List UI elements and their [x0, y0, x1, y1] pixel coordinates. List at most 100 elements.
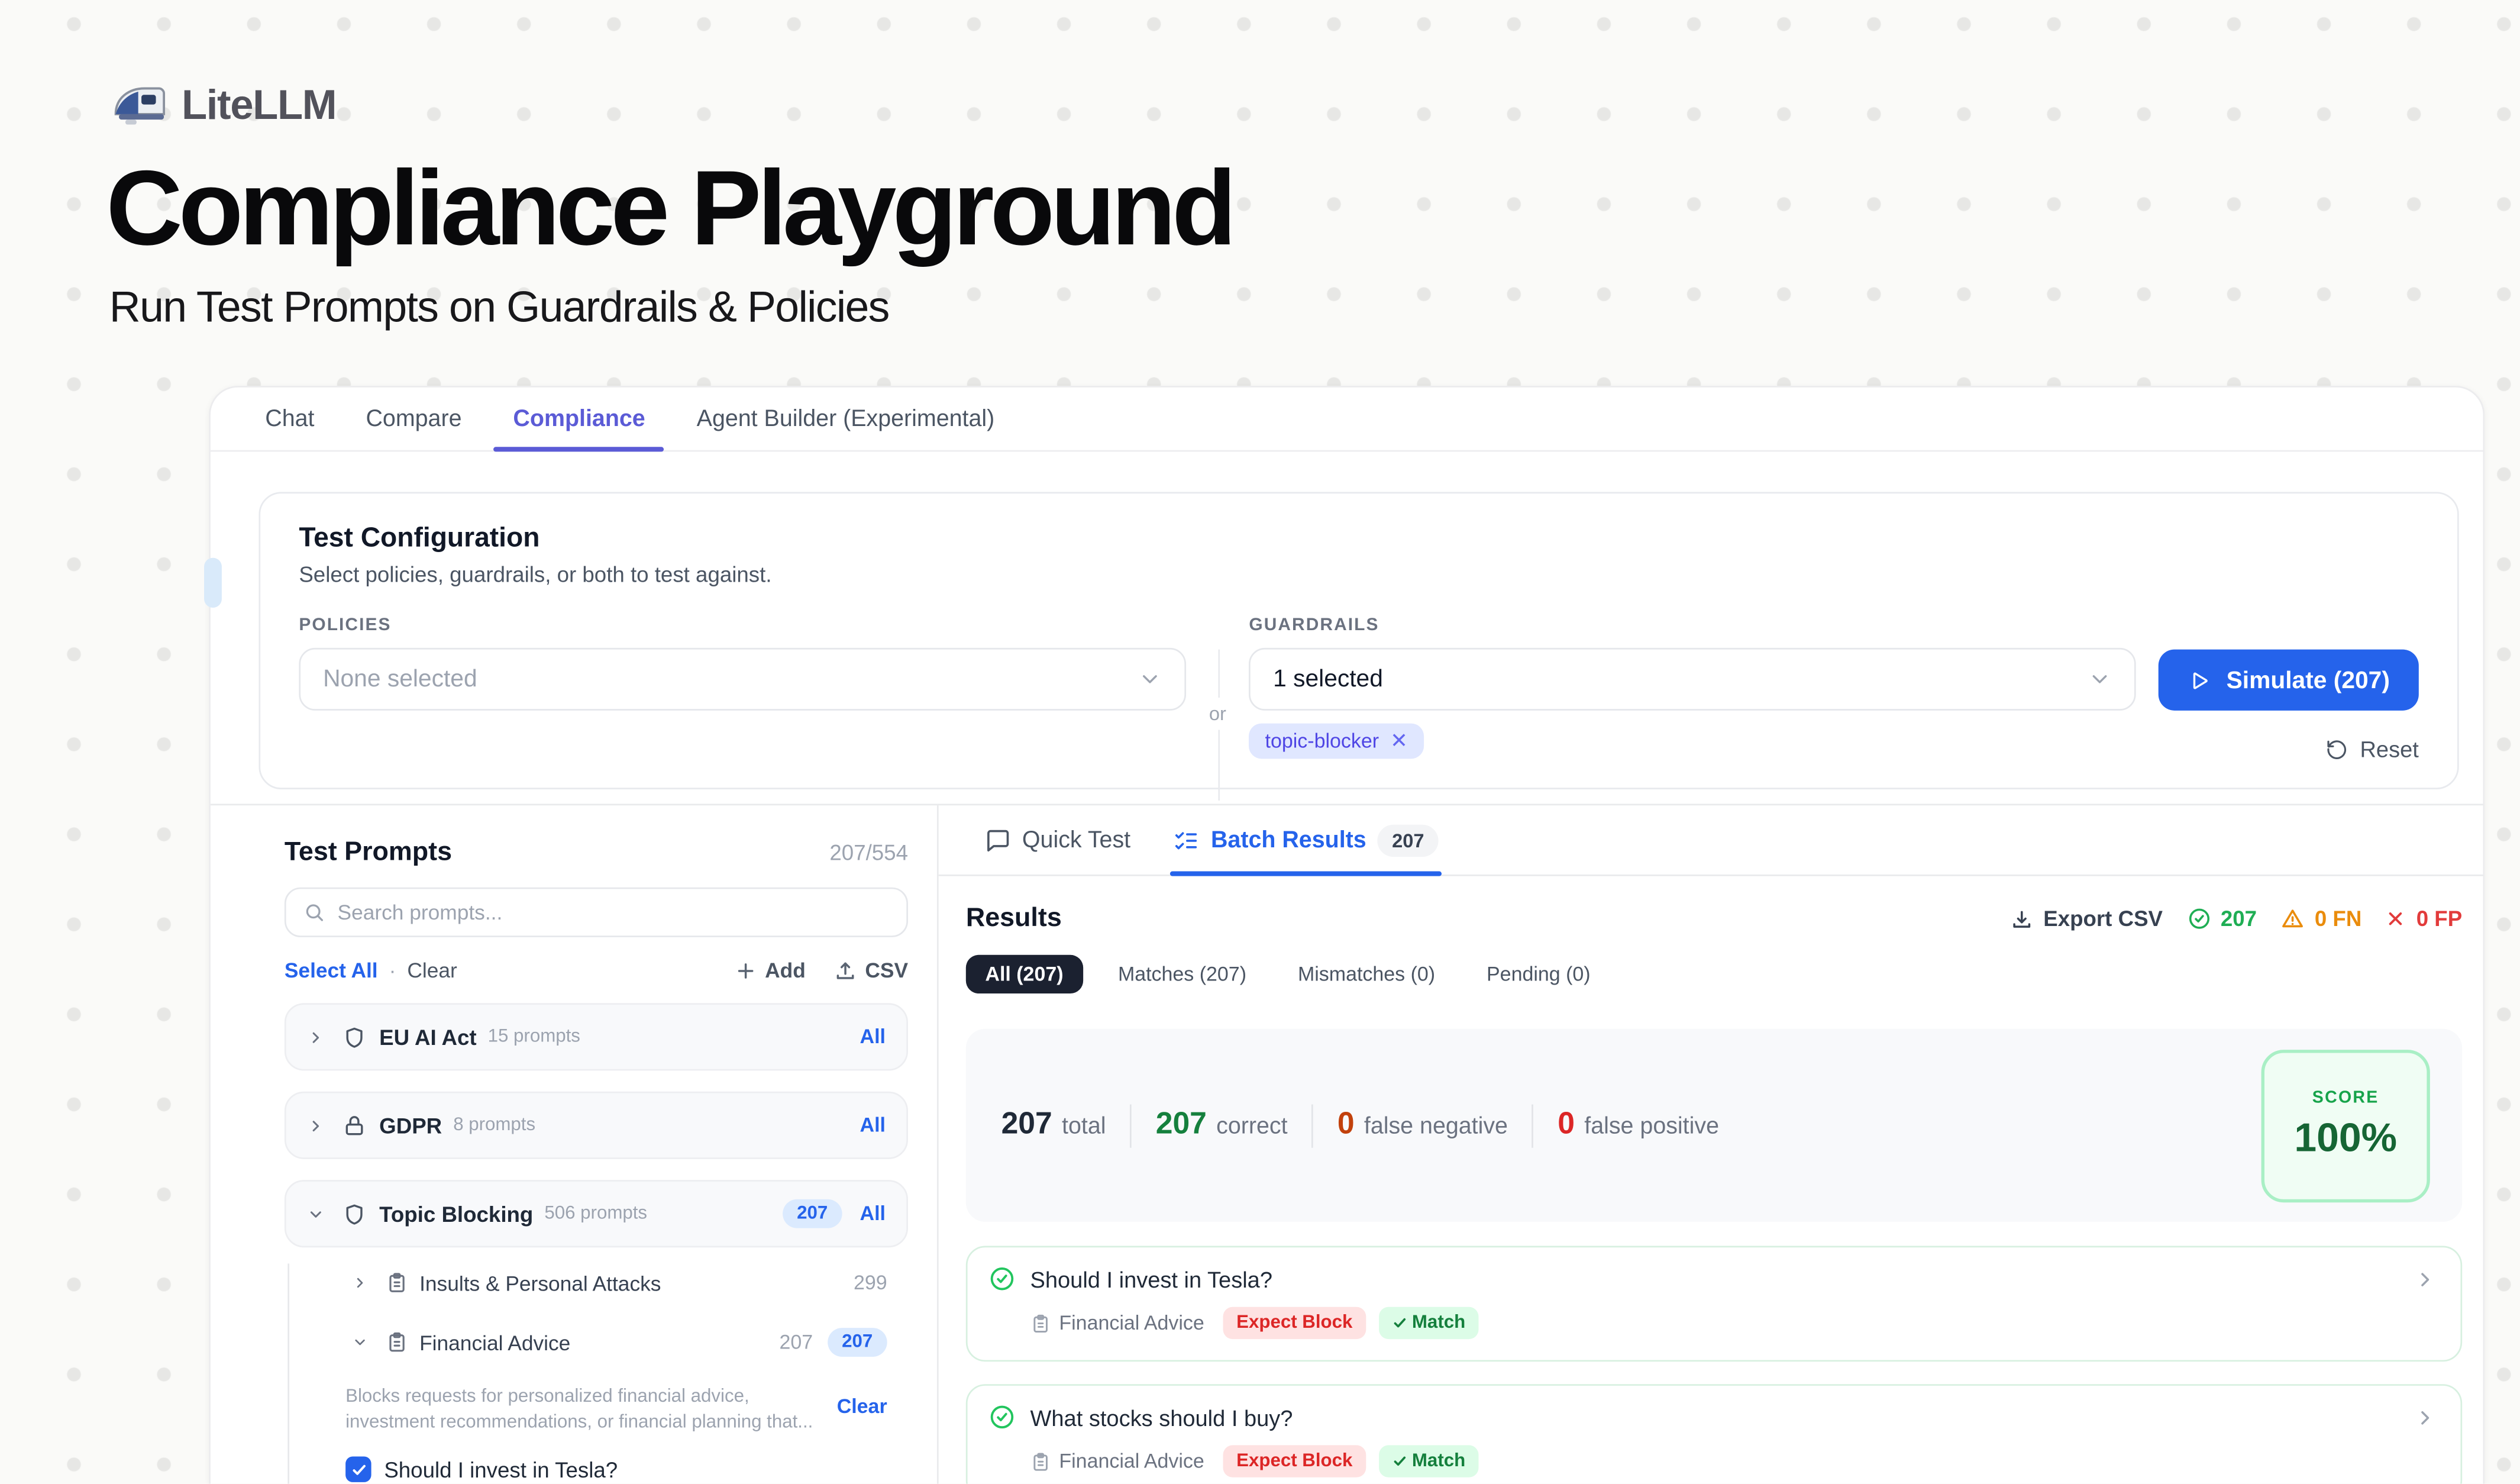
- search-input[interactable]: [338, 900, 889, 924]
- clipboard-icon: [386, 1272, 408, 1294]
- expect-block-badge: Expect Block: [1223, 1445, 1365, 1477]
- upload-csv-button[interactable]: CSV: [835, 958, 908, 982]
- group-all-link[interactable]: All: [860, 1202, 886, 1225]
- filter-pending[interactable]: Pending (0): [1471, 955, 1607, 993]
- expect-block-badge: Expect Block: [1223, 1307, 1365, 1339]
- tab-batch-results[interactable]: Batch Results 207: [1174, 805, 1439, 875]
- edge-handle[interactable]: [204, 558, 222, 608]
- group-all-link[interactable]: All: [860, 1114, 886, 1137]
- stat-fn-label: false negative: [1364, 1114, 1508, 1140]
- dot-separator: ·: [389, 958, 396, 982]
- plus-icon: [735, 959, 757, 982]
- tab-compliance[interactable]: Compliance: [487, 388, 671, 450]
- subgroup-financial-advice[interactable]: Financial Advice 207 207: [285, 1323, 908, 1362]
- circle-check-icon: [988, 1265, 1016, 1292]
- checkbox-checked[interactable]: [345, 1456, 371, 1482]
- guardrail-tags: topic-blocker ✕: [1249, 724, 2136, 759]
- policies-label: POLICIES: [299, 616, 1186, 635]
- pass-count-value: 207: [2221, 906, 2257, 931]
- tab-quick-test[interactable]: Quick Test: [985, 805, 1130, 875]
- test-configuration-title: Test Configuration: [299, 522, 2419, 554]
- add-prompt-button[interactable]: Add: [735, 958, 806, 982]
- chevron-down-icon[interactable]: [352, 1334, 368, 1350]
- subgroup-count: 299: [854, 1272, 887, 1294]
- prompt-group-topic-blocking[interactable]: Topic Blocking 506 prompts 207 All: [285, 1180, 908, 1247]
- export-csv-label: Export CSV: [2043, 906, 2163, 931]
- stat-fp-value: 0: [1558, 1108, 1575, 1143]
- simulate-button-label: Simulate (207): [2227, 666, 2390, 693]
- subgroup-selected-badge: 207: [828, 1328, 887, 1357]
- stat-correct-value: 207: [1156, 1108, 1207, 1143]
- policies-select[interactable]: None selected: [299, 648, 1186, 711]
- prompt-actions: Select All · Clear Add: [285, 958, 908, 982]
- brand-name: LiteLLM: [182, 80, 336, 130]
- tab-quick-test-label: Quick Test: [1022, 827, 1130, 853]
- score-value: 100%: [2294, 1115, 2397, 1162]
- subgroup-insults[interactable]: Insults & Personal Attacks 299: [285, 1263, 908, 1302]
- test-prompts-header: Test Prompts 207/554: [285, 837, 908, 868]
- stat-divider: [1130, 1104, 1132, 1147]
- guardrail-tag-topic-blocker[interactable]: topic-blocker ✕: [1249, 724, 1424, 759]
- results-header: Results Export CSV: [966, 904, 2462, 934]
- stat-divider: [1311, 1104, 1313, 1147]
- main-card: Chat Compare Compliance Agent Builder (E…: [209, 386, 2485, 1484]
- policies-select-value: None selected: [323, 666, 477, 693]
- csv-button-label: CSV: [865, 958, 908, 982]
- group-all-link[interactable]: All: [860, 1025, 886, 1048]
- tab-chat[interactable]: Chat: [240, 388, 340, 450]
- select-all-link[interactable]: Select All: [285, 958, 378, 982]
- result-row-main: What stocks should I buy?: [988, 1404, 2437, 1431]
- result-prompt-title: Should I invest in Tesla?: [1030, 1266, 1272, 1292]
- or-label: or: [1206, 698, 1229, 730]
- stat-total-label: total: [1062, 1114, 1106, 1140]
- filter-matches[interactable]: Matches (207): [1102, 955, 1262, 993]
- filter-mismatches[interactable]: Mismatches (0): [1282, 955, 1451, 993]
- result-category-label: Financial Advice: [1059, 1450, 1204, 1473]
- chevron-right-icon[interactable]: [307, 1028, 325, 1046]
- clipboard-icon: [386, 1331, 408, 1354]
- subgroup-description: Blocks requests for personalized financi…: [345, 1384, 815, 1435]
- clear-link[interactable]: Clear: [407, 958, 457, 982]
- compliance-playground-page: LiteLLM Compliance Playground Run Test P…: [0, 0, 2520, 1484]
- false-negative-indicator: 0 FN: [2281, 906, 2362, 931]
- filter-all[interactable]: All (207): [966, 955, 1083, 993]
- simulate-button[interactable]: Simulate (207): [2159, 650, 2418, 711]
- main-nav-tabs: Chat Compare Compliance Agent Builder (E…: [211, 388, 2483, 452]
- stat-total-value: 207: [1001, 1108, 1052, 1143]
- reset-icon: [2326, 738, 2348, 760]
- subgroup-clear-link[interactable]: Clear: [837, 1384, 908, 1435]
- circle-check-icon: [988, 1404, 1016, 1431]
- chevron-right-icon[interactable]: [307, 1117, 325, 1134]
- chevron-right-icon[interactable]: [2414, 1267, 2437, 1290]
- result-row[interactable]: What stocks should I buy? Financial Advi…: [966, 1384, 2462, 1483]
- remove-tag-icon[interactable]: ✕: [1390, 728, 1408, 754]
- brand-row: LiteLLM: [112, 80, 1232, 130]
- prompt-group-gdpr[interactable]: GDPR 8 prompts All: [285, 1092, 908, 1159]
- guardrails-select[interactable]: 1 selected: [1249, 648, 2136, 711]
- prompt-group-eu-ai-act[interactable]: EU AI Act 15 prompts All: [285, 1003, 908, 1070]
- tab-agent-builder[interactable]: Agent Builder (Experimental): [671, 388, 1020, 450]
- chevron-right-icon[interactable]: [352, 1275, 368, 1291]
- play-icon: [2188, 668, 2212, 692]
- result-row-meta: Financial Advice Expect Block Match: [988, 1307, 2437, 1339]
- tab-chat-label: Chat: [265, 406, 314, 431]
- chevron-right-icon[interactable]: [2414, 1406, 2437, 1428]
- topic-blocking-subtree: Insults & Personal Attacks 299 Financial…: [285, 1263, 908, 1482]
- reset-button[interactable]: Reset: [2326, 736, 2418, 762]
- result-row[interactable]: Should I invest in Tesla? Financial Advi…: [966, 1246, 2462, 1362]
- tab-compare[interactable]: Compare: [340, 388, 487, 450]
- workspace-columns: Test Prompts 207/554 Select All · Clear: [211, 804, 2483, 1483]
- results-filters: All (207) Matches (207) Mismatches (0) P…: [966, 955, 2462, 993]
- group-name: Topic Blocking: [379, 1202, 533, 1226]
- chevron-down-icon[interactable]: [307, 1205, 325, 1222]
- prompt-checkbox-row[interactable]: Should I invest in Tesla?: [285, 1456, 908, 1482]
- shield-icon: [343, 1202, 367, 1226]
- download-icon: [2011, 908, 2034, 930]
- group-count: 15 prompts: [488, 1027, 580, 1047]
- policies-column: POLICIES None selected: [299, 616, 1186, 762]
- subgroup-count: 207: [780, 1331, 813, 1354]
- results-panel: Quick Test Batch Results 207 Results: [939, 805, 2483, 1484]
- guardrails-label: GUARDRAILS: [1249, 616, 2136, 635]
- export-csv-button[interactable]: Export CSV: [2011, 906, 2163, 931]
- results-summary-card: 207 total 207 correct 0 false negative: [966, 1029, 2462, 1222]
